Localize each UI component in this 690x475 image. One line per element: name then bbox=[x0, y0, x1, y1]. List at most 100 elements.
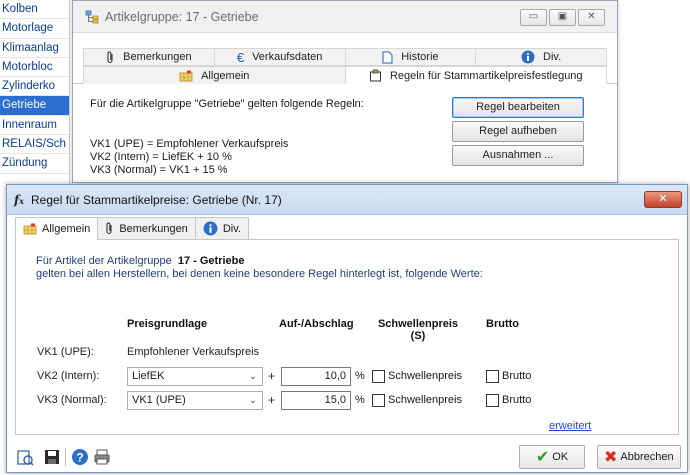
rule-line: VK3 (Normal) = VK1 + 15 % bbox=[90, 164, 228, 176]
header-markup: Auf-/Abschlag bbox=[279, 318, 354, 330]
minimize-button[interactable]: ▭ bbox=[520, 9, 547, 26]
rules-intro: Für die Artikelgruppe "Getriebe" gelten … bbox=[90, 98, 364, 110]
dialog-titlebar: fx Regel für Stammartikelpreise: Getrieb… bbox=[7, 185, 687, 215]
markup-input-vk2[interactable]: 10,0 bbox=[281, 367, 351, 386]
maximize-icon: ▣ bbox=[557, 11, 568, 22]
row-label-vk1: VK1 (UPE): bbox=[37, 346, 94, 358]
remove-rule-button[interactable]: Regel aufheben bbox=[452, 121, 584, 142]
list-item[interactable]: Motorbloc bbox=[0, 57, 69, 78]
header-threshold-label: Schwellenpreis bbox=[377, 318, 459, 330]
dialog-footer: ? ✔ OK ✖ Abbrechen bbox=[7, 438, 687, 472]
paperclip-icon bbox=[107, 51, 113, 63]
list-item[interactable]: RELAIS/Sch bbox=[0, 135, 69, 155]
list-item-selected[interactable]: Getriebe bbox=[0, 96, 69, 116]
rules-panel: Für die Artikelgruppe "Getriebe" gelten … bbox=[73, 85, 617, 182]
percent-label: % bbox=[355, 394, 365, 406]
select-value: VK1 (UPE) bbox=[132, 394, 186, 406]
gross-checkbox-vk2[interactable] bbox=[486, 370, 499, 383]
tab-label: Regeln für Stammartikelpreisfestlegung bbox=[389, 69, 583, 82]
info-icon bbox=[203, 221, 218, 236]
formula-icon: fx bbox=[14, 193, 24, 207]
gross-label: Brutto bbox=[502, 370, 532, 382]
tab-div[interactable]: Div. bbox=[476, 49, 606, 65]
tab-label: Bemerkungen bbox=[123, 51, 192, 63]
header-threshold-sub: (S) bbox=[410, 330, 426, 342]
tab-verkaufsdaten[interactable]: € Verkaufsdaten bbox=[215, 49, 346, 65]
close-button[interactable]: ✕ bbox=[578, 9, 605, 26]
cancel-button[interactable]: ✖ Abbrechen bbox=[597, 445, 681, 469]
header-basis: Preisgrundlage bbox=[127, 318, 208, 330]
rules-icon bbox=[369, 69, 381, 82]
chevron-down-icon: ⌄ bbox=[248, 371, 257, 382]
price-rule-dialog: fx Regel für Stammartikelpreise: Getrieb… bbox=[6, 184, 688, 473]
extended-link[interactable]: erweitert bbox=[549, 420, 591, 432]
tab-regeln[interactable]: Regeln für Stammartikelpreisfestlegung bbox=[345, 67, 606, 84]
dialog-tab-bemerkungen[interactable]: Bemerkungen bbox=[97, 217, 196, 239]
intro-prefix: Für Artikel der Artikelgruppe bbox=[36, 255, 172, 267]
tab-label: Historie bbox=[401, 51, 439, 63]
help-icon[interactable]: ? bbox=[71, 448, 89, 466]
tab-allgemein[interactable]: Allgemein bbox=[84, 67, 346, 84]
euro-icon: € bbox=[236, 49, 245, 65]
exceptions-button[interactable]: Ausnahmen ... bbox=[452, 145, 584, 166]
dialog-tab-div[interactable]: Div. bbox=[194, 217, 249, 239]
maximize-button[interactable]: ▣ bbox=[549, 9, 576, 26]
chevron-down-icon: ⌄ bbox=[248, 395, 257, 406]
threshold-label: Schwellenpreis bbox=[388, 394, 462, 406]
grid-icon bbox=[23, 223, 37, 235]
tab-label: Verkaufsdaten bbox=[252, 51, 323, 63]
save-icon[interactable] bbox=[43, 448, 61, 466]
list-item[interactable]: Innenraum bbox=[0, 115, 69, 136]
list-item[interactable]: Zylinderko bbox=[0, 77, 69, 97]
dialog-tabs: Allgemein Bemerkungen Div. bbox=[15, 217, 249, 240]
list-item[interactable]: Zündung bbox=[0, 154, 69, 174]
window-titlebar: Artikelgruppe: 17 - Getriebe ▭ ▣ ✕ bbox=[73, 1, 617, 33]
row-label-vk2: VK2 (Intern): bbox=[37, 370, 100, 382]
dialog-intro: Für Artikel der Artikelgruppe 17 - Getri… bbox=[36, 255, 245, 267]
paperclip-icon bbox=[106, 222, 112, 235]
report-icon[interactable] bbox=[16, 448, 34, 466]
tab-label: Div. bbox=[543, 51, 562, 63]
rule-line: VK1 (UPE) = Empfohlener Verkaufspreis bbox=[90, 138, 289, 150]
checkmark-icon: ✔ bbox=[535, 449, 550, 466]
plus-sign: + bbox=[268, 393, 276, 407]
tab-bemerkungen[interactable]: Bemerkungen bbox=[84, 49, 215, 65]
plus-sign: + bbox=[268, 369, 276, 383]
dialog-panel: Für Artikel der Artikelgruppe 17 - Getri… bbox=[15, 239, 679, 435]
list-item[interactable]: Klimaanlag bbox=[0, 38, 69, 58]
minimize-icon: ▭ bbox=[528, 11, 539, 22]
threshold-label: Schwellenpreis bbox=[388, 370, 462, 382]
threshold-checkbox-vk3[interactable] bbox=[372, 394, 385, 407]
markup-input-vk3[interactable]: 15,0 bbox=[281, 391, 351, 410]
threshold-checkbox-vk2[interactable] bbox=[372, 370, 385, 383]
tab-label: Allgemein bbox=[201, 69, 250, 82]
list-item[interactable]: Kolben bbox=[0, 0, 69, 20]
header-threshold: Schwellenpreis (S) bbox=[372, 318, 464, 342]
edit-rule-button[interactable]: Regel bearbeiten bbox=[452, 97, 584, 118]
tab-label: Bemerkungen bbox=[119, 222, 188, 235]
basis-select-vk2[interactable]: LiefEK ⌄ bbox=[127, 367, 263, 386]
list-item[interactable]: Motorlage bbox=[0, 19, 69, 39]
dialog-title: Regel für Stammartikelpreise: Getriebe (… bbox=[31, 193, 282, 207]
basis-select-vk3[interactable]: VK1 (UPE) ⌄ bbox=[127, 391, 263, 410]
article-group-window: Artikelgruppe: 17 - Getriebe ▭ ▣ ✕ Bemer… bbox=[72, 0, 618, 183]
tab-label: Allgemein bbox=[42, 223, 91, 235]
cross-icon: ✖ bbox=[604, 449, 618, 466]
basis-vk1: Empfohlener Verkaufspreis bbox=[127, 346, 260, 358]
rule-line: VK2 (Intern) = LiefEK + 10 % bbox=[90, 151, 232, 163]
grid-icon bbox=[179, 70, 193, 81]
percent-label: % bbox=[355, 370, 365, 382]
tab-historie[interactable]: Historie bbox=[346, 49, 477, 65]
svg-text:?: ? bbox=[76, 451, 83, 465]
hierarchy-icon bbox=[85, 10, 99, 24]
dialog-close-button[interactable]: ✕ bbox=[644, 191, 682, 208]
select-value: LiefEK bbox=[132, 370, 165, 382]
print-icon[interactable] bbox=[93, 448, 111, 466]
row-label-vk3: VK3 (Normal): bbox=[37, 394, 107, 406]
ok-button[interactable]: ✔ OK bbox=[519, 445, 585, 469]
document-icon bbox=[382, 51, 393, 63]
intro-group: 17 - Getriebe bbox=[177, 255, 245, 267]
dialog-tab-allgemein[interactable]: Allgemein bbox=[15, 217, 99, 240]
header-gross: Brutto bbox=[486, 318, 519, 330]
gross-checkbox-vk3[interactable] bbox=[486, 394, 499, 407]
